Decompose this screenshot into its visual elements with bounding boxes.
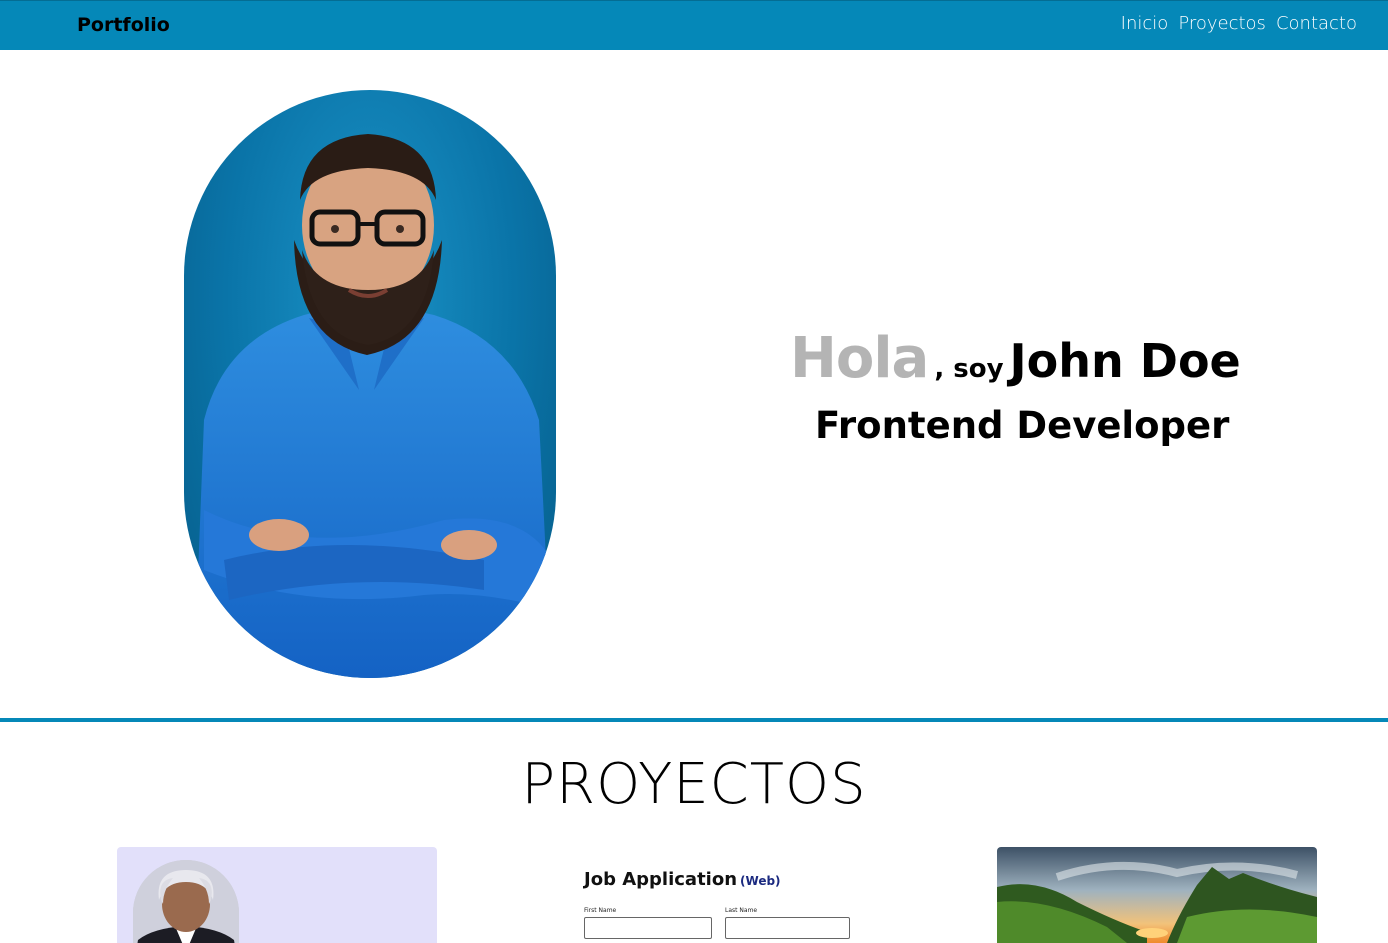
job-title-text: Job Application — [584, 869, 738, 890]
landscape-image — [997, 847, 1317, 943]
job-application-title: Job Application (Web) — [584, 869, 781, 890]
greeting-connector: , soy — [934, 354, 1004, 384]
hero-section: Hola, soy John Doe Frontend Developer — [0, 50, 1388, 718]
hero-greeting: Hola, soy John Doe — [790, 326, 1241, 391]
first-name-field[interactable] — [584, 917, 712, 939]
hero-role: Frontend Developer — [815, 404, 1230, 447]
last-name-label: Last Name — [725, 907, 758, 914]
first-name-label: First Name — [584, 907, 617, 914]
brand-logo[interactable]: Portfolio — [77, 14, 170, 36]
last-name-field[interactable] — [725, 917, 850, 939]
nav-links: Inicio Proyectos Contacto — [1121, 13, 1357, 34]
nav-link-inicio[interactable]: Inicio — [1121, 13, 1169, 34]
project-avatar-image — [133, 860, 239, 943]
projects-title: PROYECTOS — [521, 752, 867, 817]
project-card-profile[interactable] — [117, 847, 437, 943]
nav-link-contacto[interactable]: Contacto — [1276, 13, 1357, 34]
project-card-job-application[interactable]: Job Application (Web) First Name Last Nam… — [557, 847, 877, 943]
greeting-word: Hola — [790, 326, 929, 391]
profile-photo — [184, 90, 556, 678]
nav-link-proyectos[interactable]: Proyectos — [1178, 13, 1266, 34]
project-card-landscape[interactable] — [997, 847, 1317, 943]
section-divider — [0, 718, 1388, 722]
hero-name: John Doe — [1009, 334, 1241, 388]
navbar: Portfolio Inicio Proyectos Contacto — [0, 0, 1388, 50]
job-title-tag: (Web) — [740, 874, 781, 888]
